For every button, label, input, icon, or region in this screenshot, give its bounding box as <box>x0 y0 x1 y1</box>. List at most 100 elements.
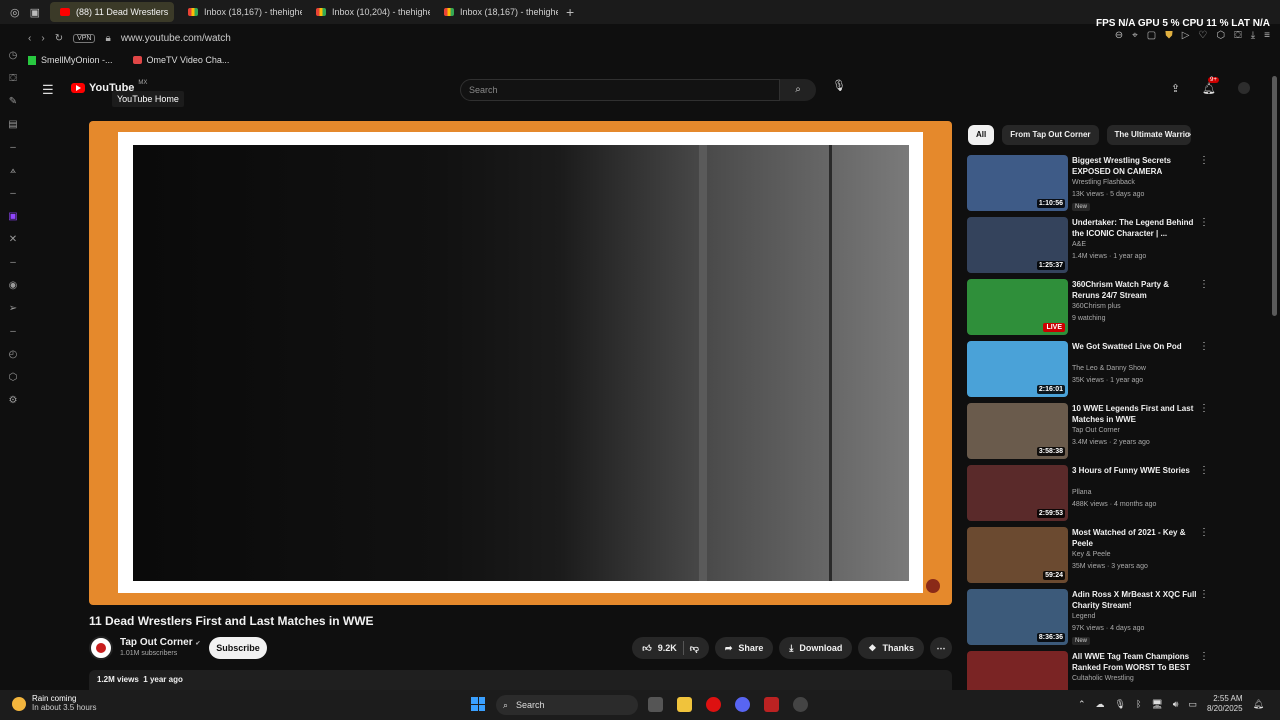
history-icon[interactable]: ◴ <box>9 349 18 360</box>
search-button[interactable]: ⌕ <box>780 79 816 101</box>
recommendation-channel[interactable]: Key & Peele <box>1072 551 1111 558</box>
tab-gmail-3[interactable]: Inbox (18,167) - thehighe <box>434 2 558 22</box>
subscribe-button[interactable]: Subscribe <box>209 637 267 659</box>
zoom-icon[interactable]: ⊖ <box>1115 30 1123 41</box>
video-thumbnail[interactable]: 8:36:36 <box>967 589 1068 645</box>
microphone-icon[interactable]: 🎙︎ <box>832 79 846 92</box>
recommendation-channel[interactable]: Tap Out Corner <box>1072 427 1120 434</box>
recommendation-channel[interactable]: The Leo & Danny Show <box>1072 365 1146 372</box>
hamburger-menu-icon[interactable]: ☰ <box>42 82 54 98</box>
mic-tray-icon[interactable]: 🎙︎ <box>1115 699 1126 710</box>
recommendation-title[interactable]: Adin Ross X MrBeast X XQC Full Charity S… <box>1072 589 1197 611</box>
recommendation-item[interactable]: 2:16:01 We Got Swatted Live On Pod The Leo… <box>967 341 1267 397</box>
discord-icon[interactable] <box>735 697 750 712</box>
app-icon[interactable] <box>764 697 779 712</box>
description-box[interactable]: 1.2M views 1 year ago <box>89 670 952 690</box>
recommendation-channel[interactable]: Wrestling Flashback <box>1072 179 1135 186</box>
share-button[interactable]: ➦ Share <box>714 637 774 659</box>
url-field[interactable]: www.youtube.com/watch <box>121 33 231 44</box>
tab-gmail-1[interactable]: Inbox (18,167) - thehighe <box>178 2 302 22</box>
more-options-icon[interactable]: ⋮ <box>1199 465 1209 476</box>
clock[interactable]: 2:55 AM 8/20/2025 <box>1207 694 1243 714</box>
recommendation-channel[interactable]: 360Chrism plus <box>1072 303 1121 310</box>
video-thumbnail[interactable]: 1:10:56 <box>967 155 1068 211</box>
weather-widget[interactable]: Rain coming In about 3.5 hours <box>12 694 97 712</box>
browser-menu-icon[interactable]: ◎ <box>10 6 20 19</box>
heart-icon[interactable]: ♡ <box>1198 30 1207 41</box>
video-thumbnail[interactable]: 2:59:53 <box>967 465 1068 521</box>
chatgpt-icon[interactable] <box>793 697 808 712</box>
play-icon[interactable]: ▷ <box>1182 30 1190 41</box>
recommendation-title[interactable]: All WWE Tag Team Champions Ranked From W… <box>1072 651 1197 673</box>
recommendation-title[interactable]: Undertaker: The Legend Behind the ICONIC… <box>1072 217 1197 239</box>
bookmark-smellmyonion[interactable]: SmellMyOnion -... <box>28 55 113 65</box>
more-options-icon[interactable]: ⋮ <box>1199 403 1209 414</box>
windows-start-icon[interactable] <box>471 697 485 711</box>
tab-youtube[interactable]: (88) 11 Dead Wrestlers <box>50 2 174 22</box>
video-thumbnail[interactable]: 2:16:01 <box>967 341 1068 397</box>
recommendation-title[interactable]: 10 WWE Legends First and Last Matches in… <box>1072 403 1197 425</box>
player-icon[interactable]: ◉ <box>9 280 18 291</box>
reload-icon[interactable]: ↻ <box>55 33 63 44</box>
chip-from-channel[interactable]: From Tap Out Corner <box>1002 125 1099 145</box>
recommendation-title[interactable]: 360Chrism Watch Party & Reruns 24/7 Stre… <box>1072 279 1197 301</box>
more-options-icon[interactable]: ⋮ <box>1199 527 1209 538</box>
recommendation-item[interactable]: 1:25:37 Undertaker: The Legend Behind the… <box>967 217 1267 273</box>
bag-icon[interactable]: ⛋ <box>9 73 17 84</box>
x-icon[interactable]: ✕ <box>9 234 17 245</box>
scrollbar[interactable] <box>1272 76 1277 316</box>
recommendation-item[interactable]: 1:10:56 Biggest Wrestling Secrets EXPOSED… <box>967 155 1267 211</box>
more-options-icon[interactable]: ⋮ <box>1199 217 1209 228</box>
more-options-icon[interactable]: ⋮ <box>1199 651 1209 662</box>
channel-name[interactable]: Tap Out Corner ✔ <box>120 637 200 648</box>
recommendation-item[interactable]: 8:36:36 Adin Ross X MrBeast X XQC Full Ch… <box>967 589 1267 645</box>
video-thumbnail[interactable]: LIVE <box>967 279 1068 335</box>
chevron-right-icon[interactable]: › <box>1188 129 1191 140</box>
more-options-icon[interactable]: ⋮ <box>1199 279 1209 290</box>
settings-icon[interactable]: ⚙ <box>9 395 18 406</box>
video-thumbnail[interactable]: 3:58:38 <box>967 403 1068 459</box>
tab-gmail-2[interactable]: Inbox (10,204) - thehighe <box>306 2 430 22</box>
recommendation-title[interactable]: We Got Swatted Live On Pod <box>1072 341 1197 352</box>
more-options-icon[interactable]: ⋮ <box>1199 589 1209 600</box>
taskbar-search[interactable]: ⌕ Search <box>496 695 638 715</box>
screenshot-icon[interactable]: ▢ <box>1147 30 1156 41</box>
like-icon[interactable]: 👍︎ <box>642 643 651 654</box>
recommendation-channel[interactable]: Cultaholic Wrestling <box>1072 675 1134 682</box>
new-tab-button[interactable]: + <box>566 4 574 20</box>
channel-avatar[interactable] <box>89 636 113 660</box>
battery-icon[interactable]: ▭ <box>1188 699 1197 710</box>
video-content[interactable] <box>133 145 909 581</box>
more-options-icon[interactable]: ⋮ <box>1199 341 1209 352</box>
bookmark-ometv[interactable]: OmeTV Video Cha... <box>132 55 229 65</box>
recommendation-item[interactable]: 2:59:53 3 Hours of Funny WWE Stories Pllan… <box>967 465 1267 521</box>
aria-icon[interactable]: ⟑ <box>10 165 16 176</box>
account-avatar[interactable] <box>1238 82 1250 94</box>
send-icon[interactable]: ➢ <box>9 303 17 314</box>
extensions-side-icon[interactable]: ⬡ <box>9 372 18 383</box>
video-thumbnail[interactable]: 1:25:37 <box>967 217 1068 273</box>
file-explorer-icon[interactable] <box>677 697 692 712</box>
channel-watermark-icon[interactable] <box>926 579 940 593</box>
speed-dial-icon[interactable]: ◷ <box>9 50 18 61</box>
thanks-button[interactable]: ❖ Thanks <box>858 637 924 659</box>
task-view-icon[interactable] <box>648 697 663 712</box>
chip-all[interactable]: All <box>968 125 995 145</box>
cloud-icon[interactable]: ☁ <box>1096 699 1105 710</box>
download-button[interactable]: ⤓ Download <box>779 637 853 659</box>
recommendation-title[interactable]: Biggest Wrestling Secrets EXPOSED ON CAM… <box>1072 155 1197 177</box>
shield-icon[interactable]: ⛊ <box>1165 30 1173 41</box>
recommendation-channel[interactable]: Legend <box>1072 613 1095 620</box>
back-icon[interactable]: ‹ <box>28 33 31 44</box>
download-icon[interactable]: ⤓ <box>1251 30 1255 41</box>
pin-icon[interactable]: ⌖ <box>1132 30 1138 41</box>
recommendation-item[interactable]: 59:24 Most Watched of 2021 - Key & Peele K… <box>967 527 1267 583</box>
like-count[interactable]: 9.2K <box>658 643 677 653</box>
recommendation-item[interactable]: 3:58:38 10 WWE Legends First and Last Mat… <box>967 403 1267 459</box>
extensions-icon[interactable]: ⬡ <box>1216 30 1225 41</box>
bluetooth-icon[interactable]: ᛒ <box>1136 699 1141 709</box>
chevron-up-icon[interactable]: ⌃ <box>1078 699 1086 710</box>
search-input[interactable]: Search <box>460 79 780 101</box>
chip-ultimate-warrior[interactable]: The Ultimate Warrio <box>1106 125 1191 145</box>
forward-icon[interactable]: › <box>41 33 44 44</box>
